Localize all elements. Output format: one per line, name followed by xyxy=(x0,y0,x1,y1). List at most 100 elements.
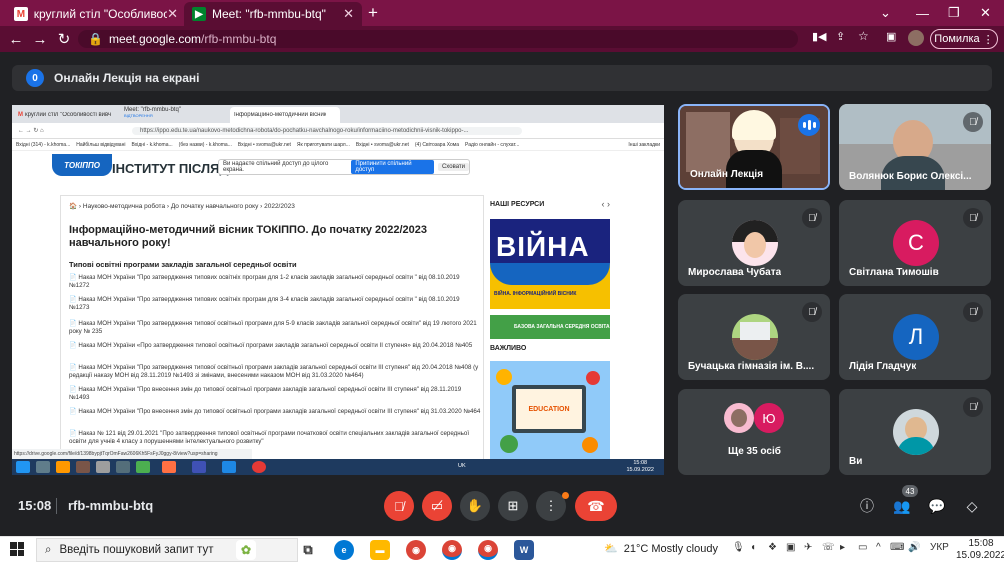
chrome-icon[interactable]: ◉ xyxy=(406,540,426,560)
education-image: EDUCATION xyxy=(490,361,610,461)
raise-hand-button[interactable]: ✋ xyxy=(460,491,490,521)
participant-name: Ще 35 осіб xyxy=(728,446,781,457)
windows-start-button[interactable] xyxy=(10,542,24,556)
reload-icon[interactable]: ↻ xyxy=(52,30,76,48)
restore-icon[interactable]: ❐ xyxy=(948,0,960,26)
close-icon[interactable]: ✕ xyxy=(343,6,354,22)
edge-icon[interactable]: e xyxy=(334,540,354,560)
more-participants-tile[interactable]: Ю Ще 35 осіб xyxy=(678,389,830,475)
participant-avatar xyxy=(893,409,939,455)
url-bar[interactable]: 🔒 meet.google.com/rfb-mmbu-btq xyxy=(78,30,798,48)
participant-name: Онлайн Лекція xyxy=(690,169,764,180)
order-link: 📄 Наказ № 121 від 29.01.2021 "Про затвер… xyxy=(69,430,470,445)
link-status-url: https://drive.google.com/file/d/1398bypj… xyxy=(12,449,252,459)
participant-avatar: Л xyxy=(893,314,939,360)
browser-tab-gmail[interactable]: M круглий стіл "Особливості вивч ✕ xyxy=(6,2,186,26)
shared-browser-tabs: Mкруглий стіл "Особливості вивч Meet: "r… xyxy=(12,105,664,123)
shared-screen: Mкруглий стіл "Особливості вивч Meet: "r… xyxy=(12,105,664,475)
speaker-status-icon[interactable]: ◖ xyxy=(750,542,756,553)
war-banner-title: ВІЙНА xyxy=(496,231,590,262)
search-highlight-icon[interactable]: ✿ xyxy=(236,540,256,560)
file-explorer-icon[interactable]: ▬ xyxy=(370,540,390,560)
order-link: 📄 Наказ МОН України "Про затвердження ти… xyxy=(69,274,460,289)
participant-tile-online-lecture[interactable]: Онлайн Лекція xyxy=(678,104,830,190)
info-icon: ⓘ xyxy=(860,498,874,514)
war-banner-subtitle: ВІЙНА. ІНФОРМАЦІЙНИЙ ВІСНИК xyxy=(494,291,577,297)
camera-toggle-button[interactable]: ▭̸ xyxy=(422,491,452,521)
network-icon[interactable]: ▭ xyxy=(858,542,867,553)
search-icon: ⌕ xyxy=(45,543,52,556)
participant-avatar xyxy=(724,403,754,433)
participant-tile[interactable]: С 🎙̸ Світлана Тимошів xyxy=(839,200,991,286)
participant-tile[interactable]: 🎙̸ Мирослава Чубата xyxy=(678,200,830,286)
word-icon[interactable]: W xyxy=(514,540,534,560)
error-button[interactable]: Помилка ⋮ xyxy=(930,29,998,49)
zoom-tray-icon[interactable]: ▣ xyxy=(786,542,795,553)
participant-tile[interactable]: 🎙̸ Бучацька гімназія ім. В.... xyxy=(678,294,830,380)
mic-off-icon: 🎙̸ xyxy=(802,302,822,322)
tab-search-icon[interactable]: ⌄ xyxy=(880,0,891,26)
participant-name: Бучацька гімназія ім. В.... xyxy=(688,361,815,372)
activities-button[interactable]: ◇ xyxy=(962,496,982,516)
education-label: EDUCATION xyxy=(516,389,582,429)
weather-widget[interactable]: ⛅ 21°C Mostly cloudy xyxy=(604,542,718,556)
close-icon[interactable]: ✕ xyxy=(167,6,178,22)
leave-call-button[interactable]: ☎ xyxy=(575,491,617,521)
meeting-info-button[interactable]: ⓘ xyxy=(857,496,877,516)
minimize-icon[interactable]: — xyxy=(916,0,929,26)
nush-banner: БАЗОВА ЗАГАЛЬНА СЕРЕДНЯ ОСВІТА xyxy=(490,315,610,339)
url-path: /rfb-mmbu-btq xyxy=(201,32,277,46)
viber-icon[interactable]: ☏ xyxy=(822,542,835,553)
hangup-icon: ☎ xyxy=(587,497,605,514)
participant-name: Мирослава Чубата xyxy=(688,267,782,278)
chrome-window-icon[interactable]: ◉ xyxy=(478,540,498,560)
profile-avatar[interactable] xyxy=(908,30,924,46)
meeting-code: rfb-mmbu-btq xyxy=(68,498,154,513)
close-window-icon[interactable]: ✕ xyxy=(980,0,991,26)
browser-tab-meet[interactable]: ▶ Meet: "rfb-mmbu-btq" ✕ xyxy=(184,2,362,26)
participant-tile[interactable]: Л 🎙̸ Лідія Гладчук xyxy=(839,294,991,380)
presenter-avatar: 0 xyxy=(26,69,44,87)
sidepanel-icon[interactable]: ▣ xyxy=(886,30,896,43)
input-language[interactable]: УКР xyxy=(930,542,949,553)
participant-avatar: С xyxy=(893,220,939,266)
chat-icon: 💬 xyxy=(928,497,946,514)
lock-icon: 🔒 xyxy=(88,32,103,46)
participant-tile[interactable]: 🎙̸ Волянюк Борис Олексі... xyxy=(839,104,991,190)
chrome-profile-icon[interactable]: ◉ xyxy=(442,540,462,560)
chat-button[interactable]: 💬 xyxy=(927,496,947,516)
clock-date: 15.09.2022 xyxy=(956,550,1004,561)
share-notice-bar: Ви надаєте спільний доступ до цілого екр… xyxy=(218,159,470,175)
mic-off-icon: 🎙̸ xyxy=(394,498,404,514)
self-tile[interactable]: 🎙̸ Ви xyxy=(839,389,991,475)
taskbar-search-input[interactable]: ⌕ Введіть пошуковий запит тут xyxy=(36,538,298,562)
task-view-icon[interactable]: ⧉ xyxy=(298,540,318,560)
share-icon[interactable]: ⇪ xyxy=(836,30,845,43)
chevron-up-icon[interactable]: ^ xyxy=(876,542,881,553)
mic-tray-icon[interactable]: 🎙 xyxy=(732,542,745,553)
carousel-arrows-icon: ‹ › xyxy=(601,199,611,209)
order-link: 📄 Наказ МОН України "Про затвердження ти… xyxy=(69,364,479,379)
volume-icon[interactable]: 🔊 xyxy=(908,542,920,553)
keyboard-icon[interactable]: ⌨ xyxy=(890,542,904,553)
dropbox-icon[interactable]: ❖ xyxy=(768,542,777,553)
meet-tray-icon[interactable]: ▸ xyxy=(840,542,845,553)
war-banner: ВІЙНА ВІЙНА. ІНФОРМАЦІЙНИЙ ВІСНИК xyxy=(490,219,610,309)
telegram-icon[interactable]: ✈ xyxy=(804,542,812,553)
mic-toggle-button[interactable]: 🎙̸ xyxy=(384,491,414,521)
mic-off-icon: 🎙̸ xyxy=(963,397,983,417)
url-host: meet.google.com xyxy=(108,32,202,46)
bookmark-star-icon[interactable]: ☆ xyxy=(858,29,869,43)
shared-url: https://ippo.edu.te.ua/naukovo-metodichn… xyxy=(132,126,522,135)
taskbar-clock[interactable]: 15:08 15.09.2022 xyxy=(956,538,1004,562)
present-button[interactable]: ⊞ xyxy=(498,491,528,521)
people-button[interactable]: 👥 xyxy=(892,496,912,516)
speaking-indicator-icon xyxy=(798,114,820,136)
resources-sidebar: НАШІ РЕСУРСИ ‹ › ВІЙНА ВІЙНА. ІНФОРМАЦІЙ… xyxy=(488,195,612,475)
forward-icon[interactable]: → xyxy=(28,31,52,48)
shared-address-bar: ← → ↻ ⌂ https://ippo.edu.te.ua/naukovo-m… xyxy=(12,123,664,139)
new-tab-button[interactable]: + xyxy=(368,0,378,26)
hide-button: Сховати xyxy=(437,163,469,171)
camera-icon[interactable]: ▮◀ xyxy=(812,30,827,43)
back-icon[interactable]: ← xyxy=(4,31,28,48)
